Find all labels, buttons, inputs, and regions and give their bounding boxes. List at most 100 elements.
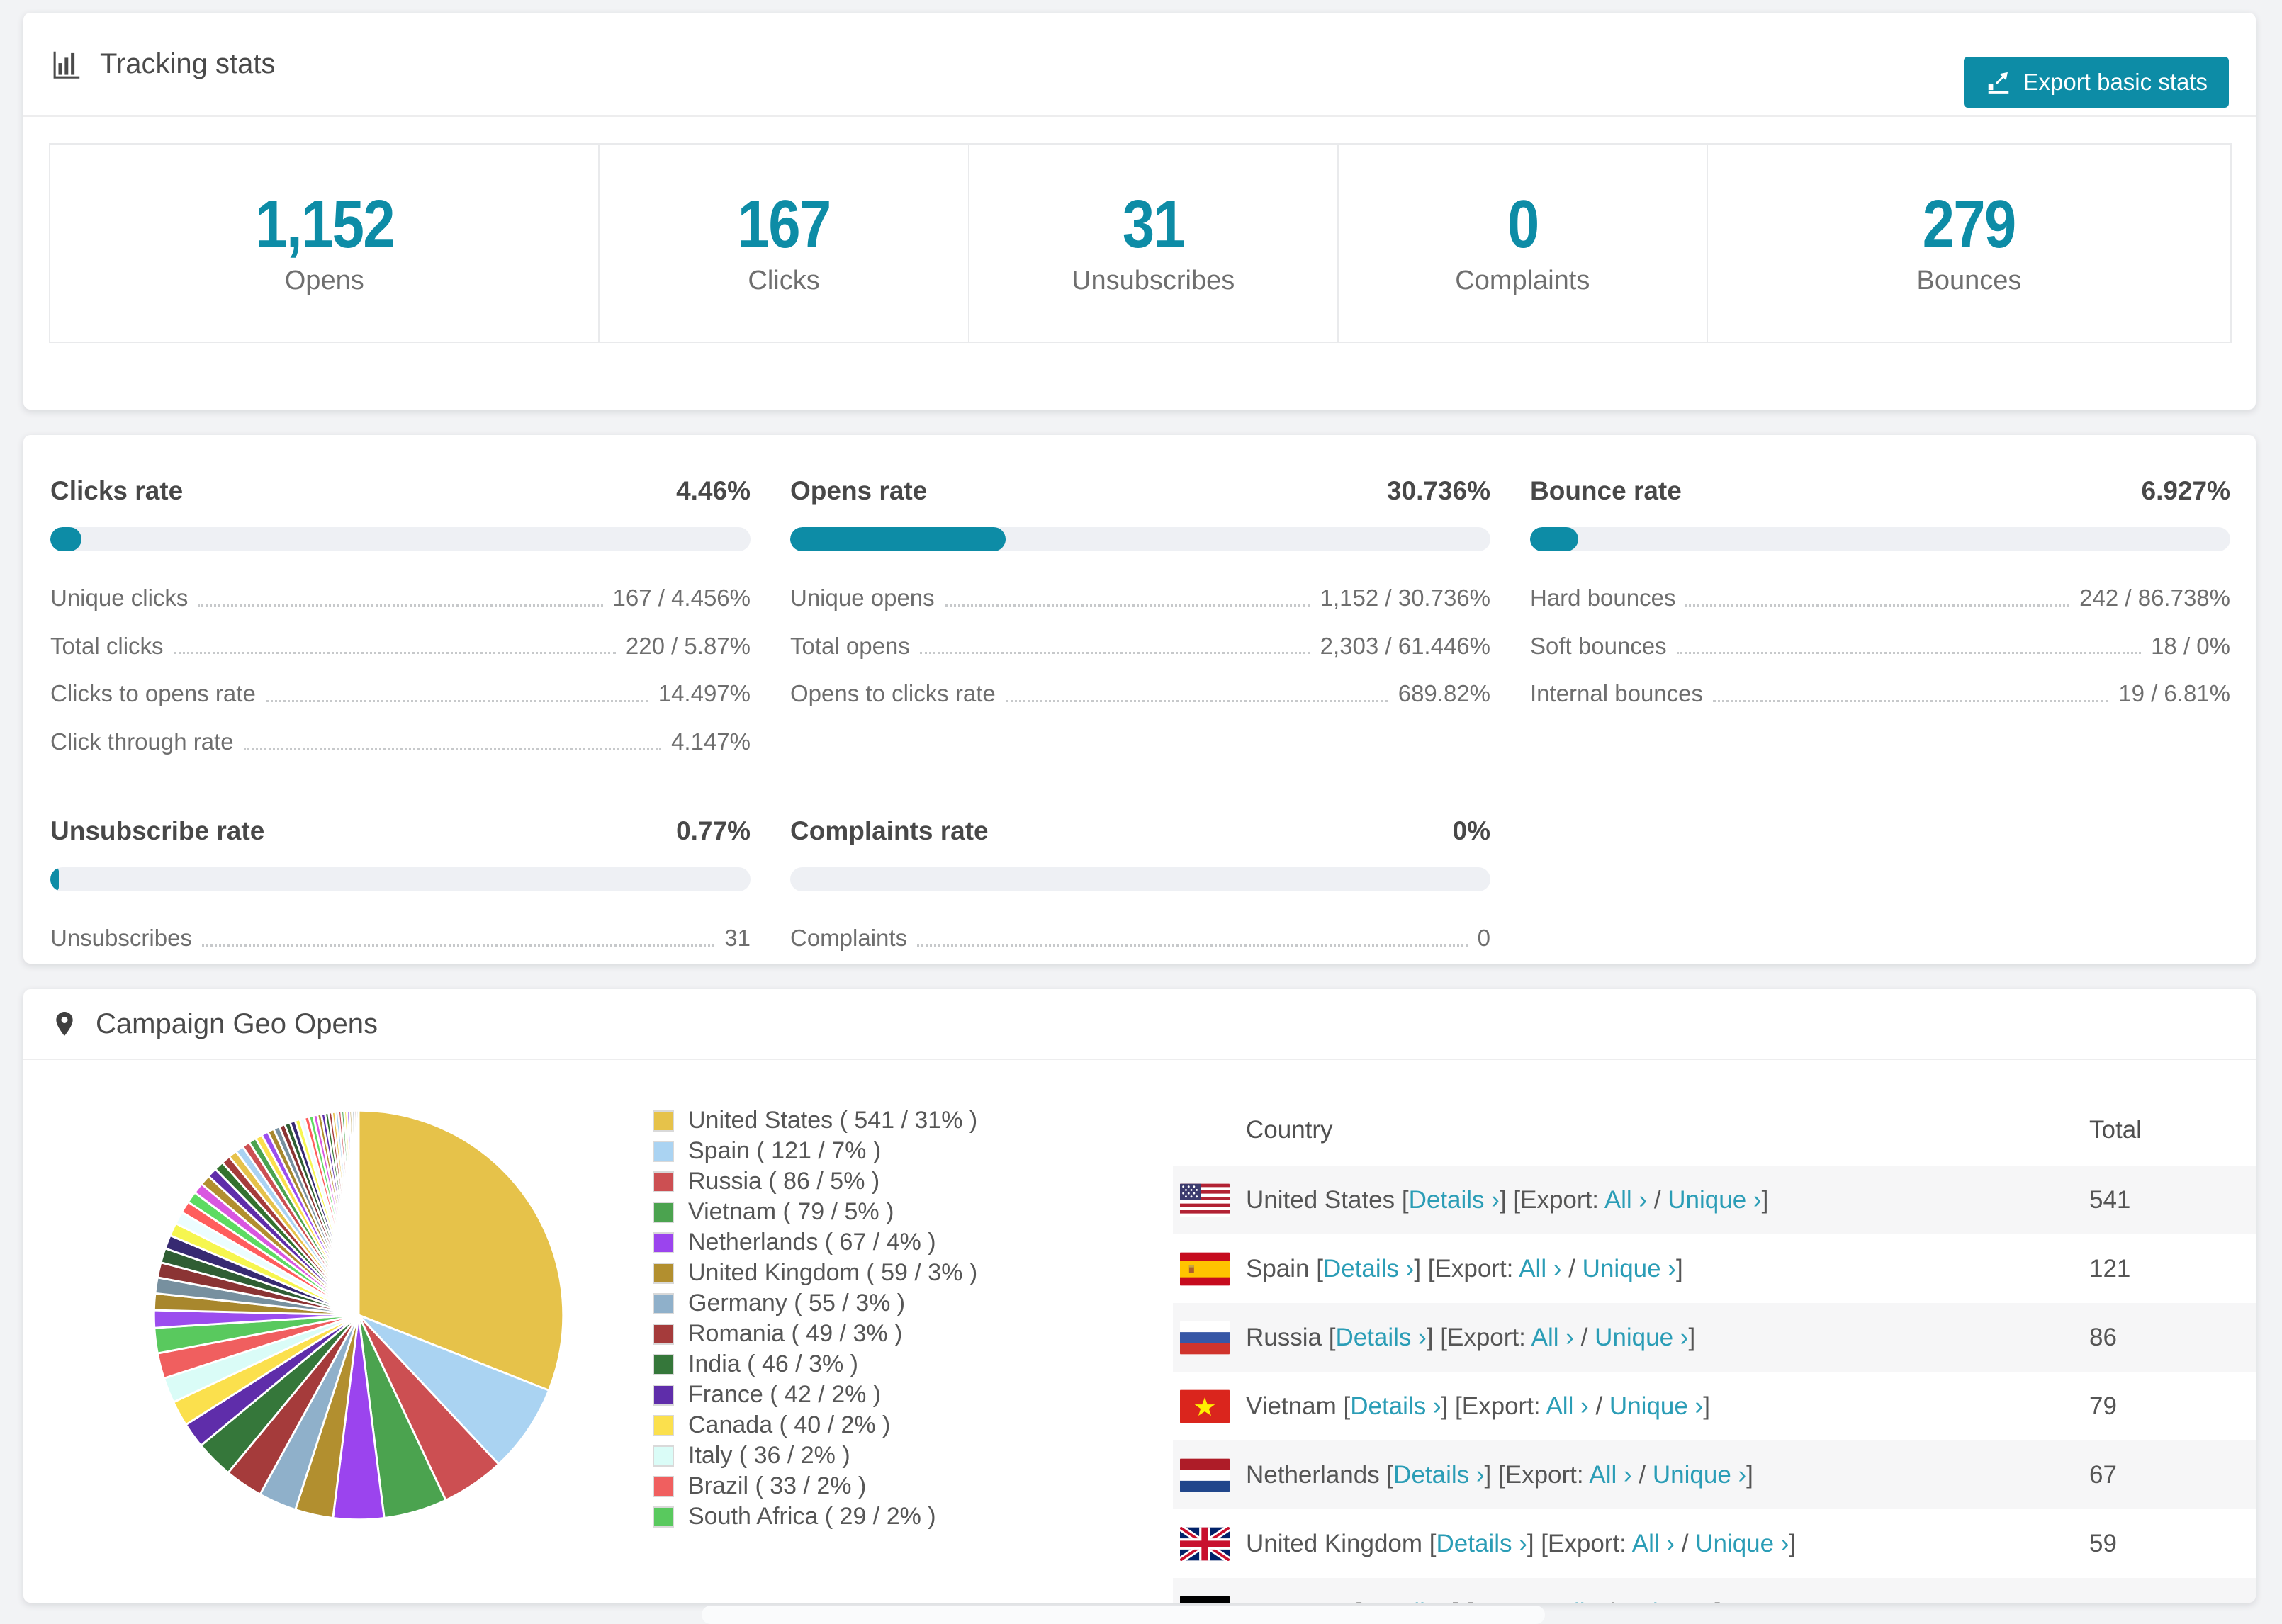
progress-bar <box>790 867 1490 892</box>
dotted-leader <box>265 699 648 702</box>
geo-legend: United States ( 541 / 31% ) Spain ( 121 /… <box>653 1105 977 1532</box>
export-all-link[interactable]: All › <box>1546 1392 1588 1420</box>
metric-row: Unique clicks 167 / 4.456% <box>50 574 751 622</box>
stat-value: 279 <box>1922 186 2017 262</box>
country-cell: Spain [Details ›] [Export: All › / Uniqu… <box>1246 1254 1683 1282</box>
rate-value: 0.77% <box>676 816 751 846</box>
metric-row: Soft bounces 18 / 0% <box>1530 622 2230 670</box>
details-link[interactable]: Details › <box>1361 1598 1452 1603</box>
export-all-link[interactable]: All › <box>1531 1324 1574 1351</box>
legend-item: Italy ( 36 / 2% ) <box>653 1440 977 1471</box>
export-unique-link[interactable]: Unique › <box>1583 1255 1676 1282</box>
legend-item: United Kingdom ( 59 / 3% ) <box>653 1258 977 1288</box>
rates-card: Clicks rate 4.46% Unique clicks 167 / 4.456… <box>23 435 2256 964</box>
metric-label: Hard bounces <box>1530 585 1676 611</box>
legend-item: Brazil ( 33 / 2% ) <box>653 1471 977 1501</box>
metric-value: 14.497% <box>658 680 751 707</box>
details-link[interactable]: Details › <box>1436 1530 1527 1557</box>
rate-title: Opens rate <box>790 476 928 505</box>
rate-block: Clicks rate 4.46% Unique clicks 167 / 4.456… <box>50 476 751 765</box>
metric-label: Clicks to opens rate <box>50 680 256 707</box>
table-row: Spain [Details ›] [Export: All › / Uniqu… <box>1173 1234 2256 1303</box>
total-cell: 79 <box>2089 1392 2117 1420</box>
metric-value: 19 / 6.81% <box>2118 680 2230 707</box>
export-all-link[interactable]: All › <box>1589 1461 1631 1489</box>
metric-label: Internal bounces <box>1530 680 1704 707</box>
metric-row: Internal bounces 19 / 6.81% <box>1530 670 2230 718</box>
legend-swatch <box>653 1171 674 1192</box>
legend-label: United States ( 541 / 31% ) <box>688 1107 978 1134</box>
progress-bar <box>1530 527 2230 551</box>
metric-label: Opens to clicks rate <box>790 680 996 707</box>
geo-table-rows: United States [Details ›] [Export: All ›… <box>1173 1166 2256 1603</box>
metric-value: 31 <box>724 925 751 952</box>
legend-item: United States ( 541 / 31% ) <box>653 1105 977 1136</box>
rate-title: Unsubscribe rate <box>50 816 265 846</box>
legend-label: France ( 42 / 2% ) <box>688 1381 882 1408</box>
table-row: Russia [Details ›] [Export: All › / Uniq… <box>1173 1303 2256 1372</box>
export-all-link[interactable]: All › <box>1604 1186 1647 1214</box>
stat-cell: 279 Bounces <box>1706 145 2230 342</box>
legend-swatch <box>653 1353 674 1375</box>
legend-label: Germany ( 55 / 3% ) <box>688 1290 906 1316</box>
legend-item: India ( 46 / 3% ) <box>653 1349 977 1380</box>
details-link[interactable]: Details › <box>1335 1324 1426 1351</box>
export-unique-link[interactable]: Unique › <box>1653 1461 1746 1489</box>
metric-row: Opens to clicks rate 689.82% <box>790 670 1490 718</box>
export-unique-link[interactable]: Unique › <box>1609 1392 1703 1420</box>
rate-block-head: Unsubscribe rate 0.77% <box>50 816 751 846</box>
rate-block-head: Bounce rate 6.927% <box>1530 476 2230 506</box>
legend-item: Netherlands ( 67 / 4% ) <box>653 1227 977 1258</box>
export-unique-link[interactable]: Unique › <box>1621 1598 1714 1603</box>
bar-chart-icon <box>50 48 83 81</box>
dotted-leader <box>198 604 603 607</box>
rate-block-head: Complaints rate 0% <box>790 816 1490 846</box>
metric-label: Unique clicks <box>50 585 189 611</box>
dotted-leader <box>917 944 1468 947</box>
legend-item: Russia ( 86 / 5% ) <box>653 1166 977 1197</box>
details-link[interactable]: Details › <box>1350 1392 1441 1420</box>
us-flag-icon <box>1180 1183 1230 1217</box>
gb-flag-icon <box>1180 1526 1230 1561</box>
country-column-header: Country <box>1246 1116 1333 1144</box>
export-unique-link[interactable]: Unique › <box>1595 1324 1688 1351</box>
stat-label: Opens <box>284 265 364 295</box>
export-all-link[interactable]: All › <box>1519 1255 1561 1282</box>
stat-cell: 1,152 Opens <box>50 145 598 342</box>
dotted-leader <box>1676 652 2142 655</box>
geo-opens-card: Campaign Geo Opens United States ( 541 /… <box>23 989 2256 1603</box>
metric-row: Complaints 0 <box>790 914 1490 962</box>
legend-swatch <box>653 1475 674 1497</box>
legend-label: United Kingdom ( 59 / 3% ) <box>688 1259 978 1286</box>
country-cell: United States [Details ›] [Export: All ›… <box>1246 1185 1769 1214</box>
progress-fill <box>790 527 1006 551</box>
export-all-link[interactable]: All › <box>1632 1530 1675 1557</box>
progress-bar <box>50 527 751 551</box>
rate-block: Opens rate 30.736% Unique opens 1,152 / 30.… <box>790 476 1490 765</box>
metric-label: Unsubscribes <box>50 925 192 952</box>
metric-value: 0 <box>1477 925 1490 952</box>
stat-label: Clicks <box>748 265 820 295</box>
es-flag-icon <box>1180 1252 1230 1286</box>
metric-label: Soft bounces <box>1530 632 1667 659</box>
export-basic-stats-button[interactable]: Export basic stats <box>1963 57 2229 108</box>
metric-value: 242 / 86.738% <box>2079 585 2230 611</box>
export-unique-link[interactable]: Unique › <box>1668 1186 1761 1214</box>
rate-value: 0% <box>1452 816 1490 846</box>
geo-opens-title: Campaign Geo Opens <box>96 1008 378 1039</box>
progress-fill <box>50 527 82 551</box>
progress-bar <box>50 867 751 892</box>
country-cell: Russia [Details ›] [Export: All › / Uniq… <box>1246 1323 1696 1351</box>
legend-label: South Africa ( 29 / 2% ) <box>688 1503 936 1530</box>
details-link[interactable]: Details › <box>1393 1461 1484 1489</box>
export-all-link[interactable]: All › <box>1558 1598 1600 1603</box>
metric-label: Total opens <box>790 632 910 659</box>
export-unique-link[interactable]: Unique › <box>1695 1530 1789 1557</box>
stat-value: 1,152 <box>254 186 395 262</box>
legend-label: Romania ( 49 / 3% ) <box>688 1320 903 1347</box>
metric-row: Hard bounces 242 / 86.738% <box>1530 574 2230 622</box>
legend-swatch <box>653 1506 674 1528</box>
progress-fill <box>50 867 59 892</box>
details-link[interactable]: Details › <box>1323 1255 1414 1282</box>
details-link[interactable]: Details › <box>1409 1186 1500 1214</box>
